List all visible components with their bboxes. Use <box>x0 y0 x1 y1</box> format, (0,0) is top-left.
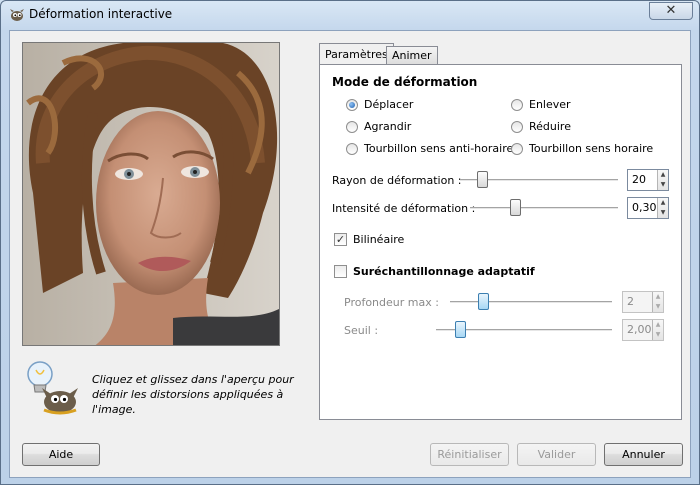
spin-down-icon[interactable]: ▼ <box>653 330 663 340</box>
threshold-spinbox[interactable]: 2,00 ▲ ▼ <box>622 319 664 341</box>
portrait-image <box>23 43 279 345</box>
depth-spinbox[interactable]: 2 ▲ ▼ <box>622 291 664 313</box>
intensity-label: Intensité de déformation : <box>332 202 476 215</box>
radio-indicator <box>346 120 358 133</box>
radio-agrandir[interactable]: Agrandir <box>346 120 411 133</box>
intensity-slider-thumb[interactable] <box>510 199 521 216</box>
intensity-slider-track[interactable] <box>470 207 618 210</box>
radio-reduire[interactable]: Réduire <box>511 120 571 133</box>
gimp-icon <box>10 9 24 21</box>
intensity-spin-arrows[interactable]: ▲ ▼ <box>657 198 668 218</box>
radio-indicator <box>511 120 523 133</box>
radio-label: Agrandir <box>364 120 412 133</box>
spin-down-icon[interactable]: ▼ <box>658 180 668 190</box>
tab-animer-label: Animer <box>392 49 432 62</box>
supersampling-checkbox[interactable]: Suréchantillonnage adaptatif <box>334 265 535 278</box>
depth-value: 2 <box>627 295 634 308</box>
mode-title: Mode de déformation <box>332 75 478 89</box>
close-icon: ✕ <box>665 3 677 18</box>
dialog-body: Cliquez et glissez dans l'aperçu pour dé… <box>9 30 691 478</box>
radio-indicator <box>346 142 358 155</box>
spin-down-icon[interactable]: ▼ <box>653 302 663 312</box>
radio-label: Enlever <box>529 98 571 111</box>
cancel-button[interactable]: Annuler <box>604 443 683 466</box>
threshold-spin-arrows[interactable]: ▲ ▼ <box>652 320 663 340</box>
checkbox-unchecked <box>334 265 347 278</box>
lightbulb-gimp-icon <box>27 361 78 415</box>
radio-label: Déplacer <box>364 98 414 111</box>
threshold-slider-thumb[interactable] <box>455 321 466 338</box>
threshold-label: Seuil : <box>344 324 379 337</box>
dialog-window: Déformation interactive ✕ Cliquez et gli… <box>0 0 700 485</box>
radio-tourbillon-horaire[interactable]: Tourbillon sens horaire <box>511 142 653 155</box>
tab-animer[interactable]: Animer <box>386 46 438 65</box>
supersampling-label: Suréchantillonnage adaptatif <box>353 265 535 278</box>
threshold-value: 2,00 <box>627 323 652 336</box>
depth-spin-arrows[interactable]: ▲ ▼ <box>652 292 663 312</box>
radio-enlever[interactable]: Enlever <box>511 98 571 111</box>
radio-label: Tourbillon sens horaire <box>529 142 654 155</box>
title-bar[interactable]: Déformation interactive ✕ <box>1 1 699 29</box>
parameters-panel: Mode de déformation Déplacer Enlever Agr… <box>319 64 682 420</box>
intensity-value: 0,30 <box>632 201 657 214</box>
radius-spinbox[interactable]: 20 ▲ ▼ <box>627 169 669 191</box>
radius-spin-arrows[interactable]: ▲ ▼ <box>657 170 668 190</box>
radius-label: Rayon de déformation : <box>332 174 462 187</box>
tab-parametres-label: Paramètres <box>325 48 388 61</box>
bilinear-checkbox[interactable]: ✓ Bilinéaire <box>334 233 404 246</box>
reset-button[interactable]: Réinitialiser <box>430 443 509 466</box>
radio-indicator <box>511 142 523 155</box>
window-title: Déformation interactive <box>29 7 173 21</box>
hint-text: Cliquez et glissez dans l'aperçu pour dé… <box>92 373 294 416</box>
depth-slider-thumb[interactable] <box>478 293 489 310</box>
checkmark-icon: ✓ <box>334 233 347 246</box>
spin-up-icon[interactable]: ▲ <box>658 170 668 180</box>
radio-label: Tourbillon sens anti-horaire <box>364 142 514 155</box>
radio-indicator <box>511 98 523 111</box>
tab-parametres[interactable]: Paramètres <box>319 43 394 65</box>
help-button[interactable]: Aide <box>22 443 100 466</box>
depth-slider-track[interactable] <box>450 301 612 304</box>
spin-up-icon[interactable]: ▲ <box>658 198 668 208</box>
hint-area: Cliquez et glissez dans l'aperçu pour dé… <box>22 358 312 418</box>
ok-button[interactable]: Valider <box>517 443 596 466</box>
spin-up-icon[interactable]: ▲ <box>653 292 663 302</box>
spin-down-icon[interactable]: ▼ <box>658 208 668 218</box>
spin-up-icon[interactable]: ▲ <box>653 320 663 330</box>
image-preview[interactable] <box>22 42 280 346</box>
radio-label: Réduire <box>529 120 571 133</box>
radius-value: 20 <box>632 173 646 186</box>
radius-slider-thumb[interactable] <box>477 171 488 188</box>
depth-label: Profondeur max : <box>344 296 439 309</box>
radio-deplacer[interactable]: Déplacer <box>346 98 413 111</box>
radio-indicator <box>346 98 358 111</box>
radio-tourbillon-anti-horaire[interactable]: Tourbillon sens anti-horaire <box>346 142 513 155</box>
bilinear-label: Bilinéaire <box>353 233 405 246</box>
intensity-spinbox[interactable]: 0,30 ▲ ▼ <box>627 197 669 219</box>
close-button[interactable]: ✕ <box>649 2 693 20</box>
